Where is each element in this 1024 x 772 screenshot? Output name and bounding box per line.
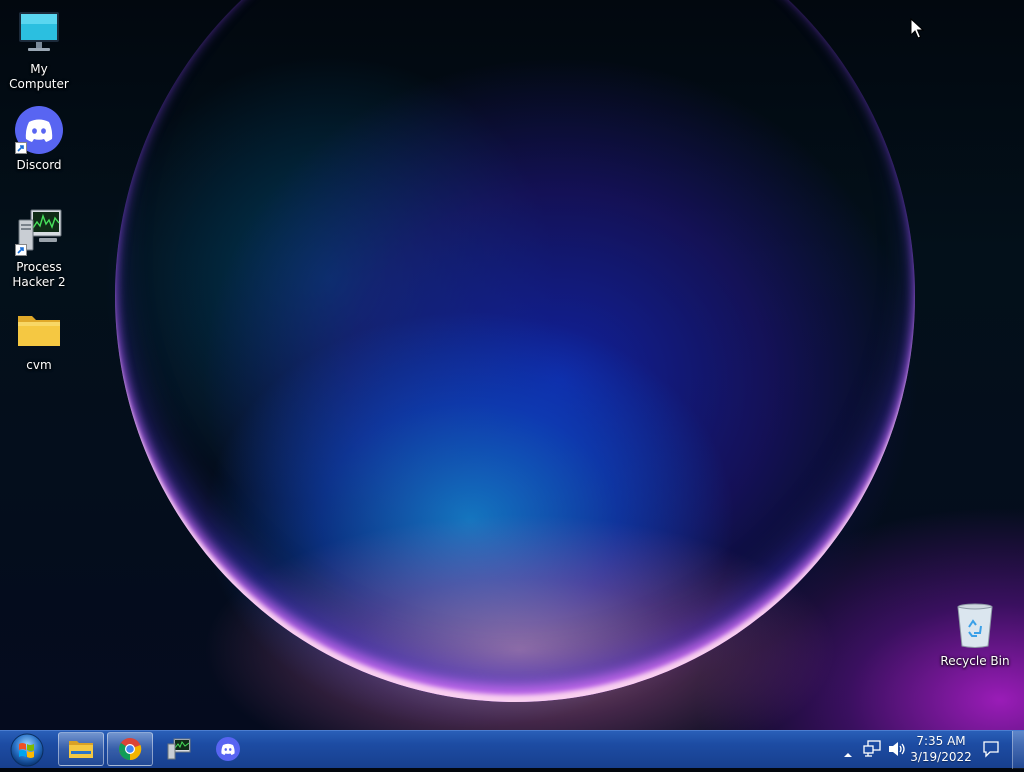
desktop-icon-process-hacker[interactable]: Process Hacker 2 <box>0 208 78 290</box>
taskbar-discord-button[interactable] <box>205 732 251 766</box>
chevron-up-icon[interactable] <box>843 744 853 763</box>
action-center-icon[interactable] <box>982 740 1000 762</box>
taskbar-process-hacker-button[interactable] <box>156 732 202 766</box>
desktop-icon-label: My Computer <box>9 62 69 91</box>
start-button[interactable] <box>6 732 48 768</box>
discord-icon <box>15 106 63 154</box>
desktop-icon-discord[interactable]: Discord <box>0 106 78 173</box>
desktop-icon-label: cvm <box>26 358 52 372</box>
desktop-icon-label: Discord <box>16 158 62 172</box>
desktop-icon-cvm-folder[interactable]: cvm <box>0 306 78 373</box>
desktop-icon-label: Recycle Bin <box>940 654 1010 668</box>
desktop-icon-recycle-bin[interactable]: Recycle Bin <box>936 602 1014 669</box>
wallpaper-orb <box>115 0 915 702</box>
desktop-background[interactable]: My Computer Discord Process Hacker 2 cvm… <box>0 0 1024 730</box>
process-hacker-icon <box>167 738 191 760</box>
clock-time: 7:35 AM <box>916 734 966 748</box>
shortcut-arrow-icon <box>15 142 27 154</box>
recycle-bin-icon <box>951 602 999 650</box>
taskbar-chrome-button[interactable] <box>107 732 153 766</box>
chrome-icon <box>119 738 142 761</box>
network-icon[interactable] <box>862 740 882 762</box>
desktop-icon-my-computer[interactable]: My Computer <box>0 10 78 92</box>
discord-icon <box>216 737 240 761</box>
clock-date: 3/19/2022 <box>910 750 972 764</box>
speaker-icon[interactable] <box>887 740 907 762</box>
taskbar-file-explorer-button[interactable] <box>58 732 104 766</box>
shortcut-arrow-icon <box>15 244 27 256</box>
mouse-cursor-icon <box>910 17 925 44</box>
windows-orb-icon <box>10 733 44 767</box>
folder-icon <box>69 741 93 758</box>
desktop-icon-label: Process Hacker 2 <box>12 260 66 289</box>
folder-icon <box>15 306 63 354</box>
clock[interactable]: 7:35 AM 3/19/2022 <box>906 733 976 765</box>
show-desktop-button[interactable] <box>1012 731 1024 769</box>
monitor-icon <box>15 10 63 58</box>
taskbar: 7:35 AM 3/19/2022 <box>0 730 1024 769</box>
process-hacker-icon <box>15 208 63 256</box>
